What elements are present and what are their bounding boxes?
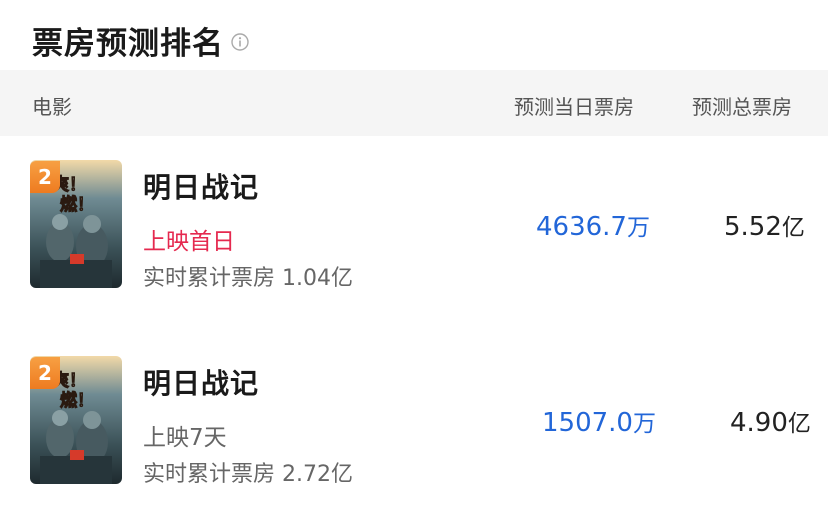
today-box-office: 1507.0万 — [542, 404, 656, 438]
page-header: 票房预测排名 — [32, 18, 249, 62]
header-total-box-office[interactable]: 预测总票房 — [692, 91, 792, 120]
info-icon[interactable] — [231, 33, 249, 51]
cumulative-box-office: 实时累计票房 1.04亿 — [143, 266, 353, 291]
today-box-office: 4636.7万 — [536, 208, 650, 242]
total-unit: 亿 — [781, 215, 805, 241]
release-status: 上映首日 — [143, 229, 235, 255]
release-status: 上映7天 — [143, 425, 227, 451]
header-movie: 电影 — [32, 95, 72, 119]
today-unit: 万 — [632, 411, 656, 437]
movie-row[interactable]: 爽！ 燃！ 2 明日战记 上映首日 实时累计票房 1.04亿 4636.7万 5… — [0, 150, 828, 300]
total-box-office: 4.90亿 — [730, 404, 811, 438]
header-today-box-office[interactable]: 预测当日票房 — [514, 91, 634, 120]
movie-title[interactable]: 明日战记 — [143, 166, 259, 206]
table-header: 电影 预测当日票房 预测总票房 — [0, 70, 828, 136]
today-unit: 万 — [626, 215, 650, 241]
svg-text:燃！: 燃！ — [60, 194, 94, 215]
rank-badge: 2 — [30, 357, 60, 389]
today-value: 4636.7 — [536, 212, 627, 242]
movie-title[interactable]: 明日战记 — [143, 362, 259, 402]
cumulative-box-office: 实时累计票房 2.72亿 — [143, 462, 353, 487]
page-title: 票房预测排名 — [32, 25, 224, 62]
movie-row[interactable]: 爽！ 燃！ 2 明日战记 上映7天 实时累计票房 2.72亿 1507.0万 4… — [0, 346, 828, 496]
total-value: 5.52 — [724, 212, 782, 242]
total-value: 4.90 — [730, 408, 788, 438]
rank-badge: 2 — [30, 161, 60, 193]
total-box-office: 5.52亿 — [724, 208, 805, 242]
svg-text:燃！: 燃！ — [60, 390, 94, 411]
total-unit: 亿 — [787, 411, 811, 437]
today-value: 1507.0 — [542, 408, 633, 438]
